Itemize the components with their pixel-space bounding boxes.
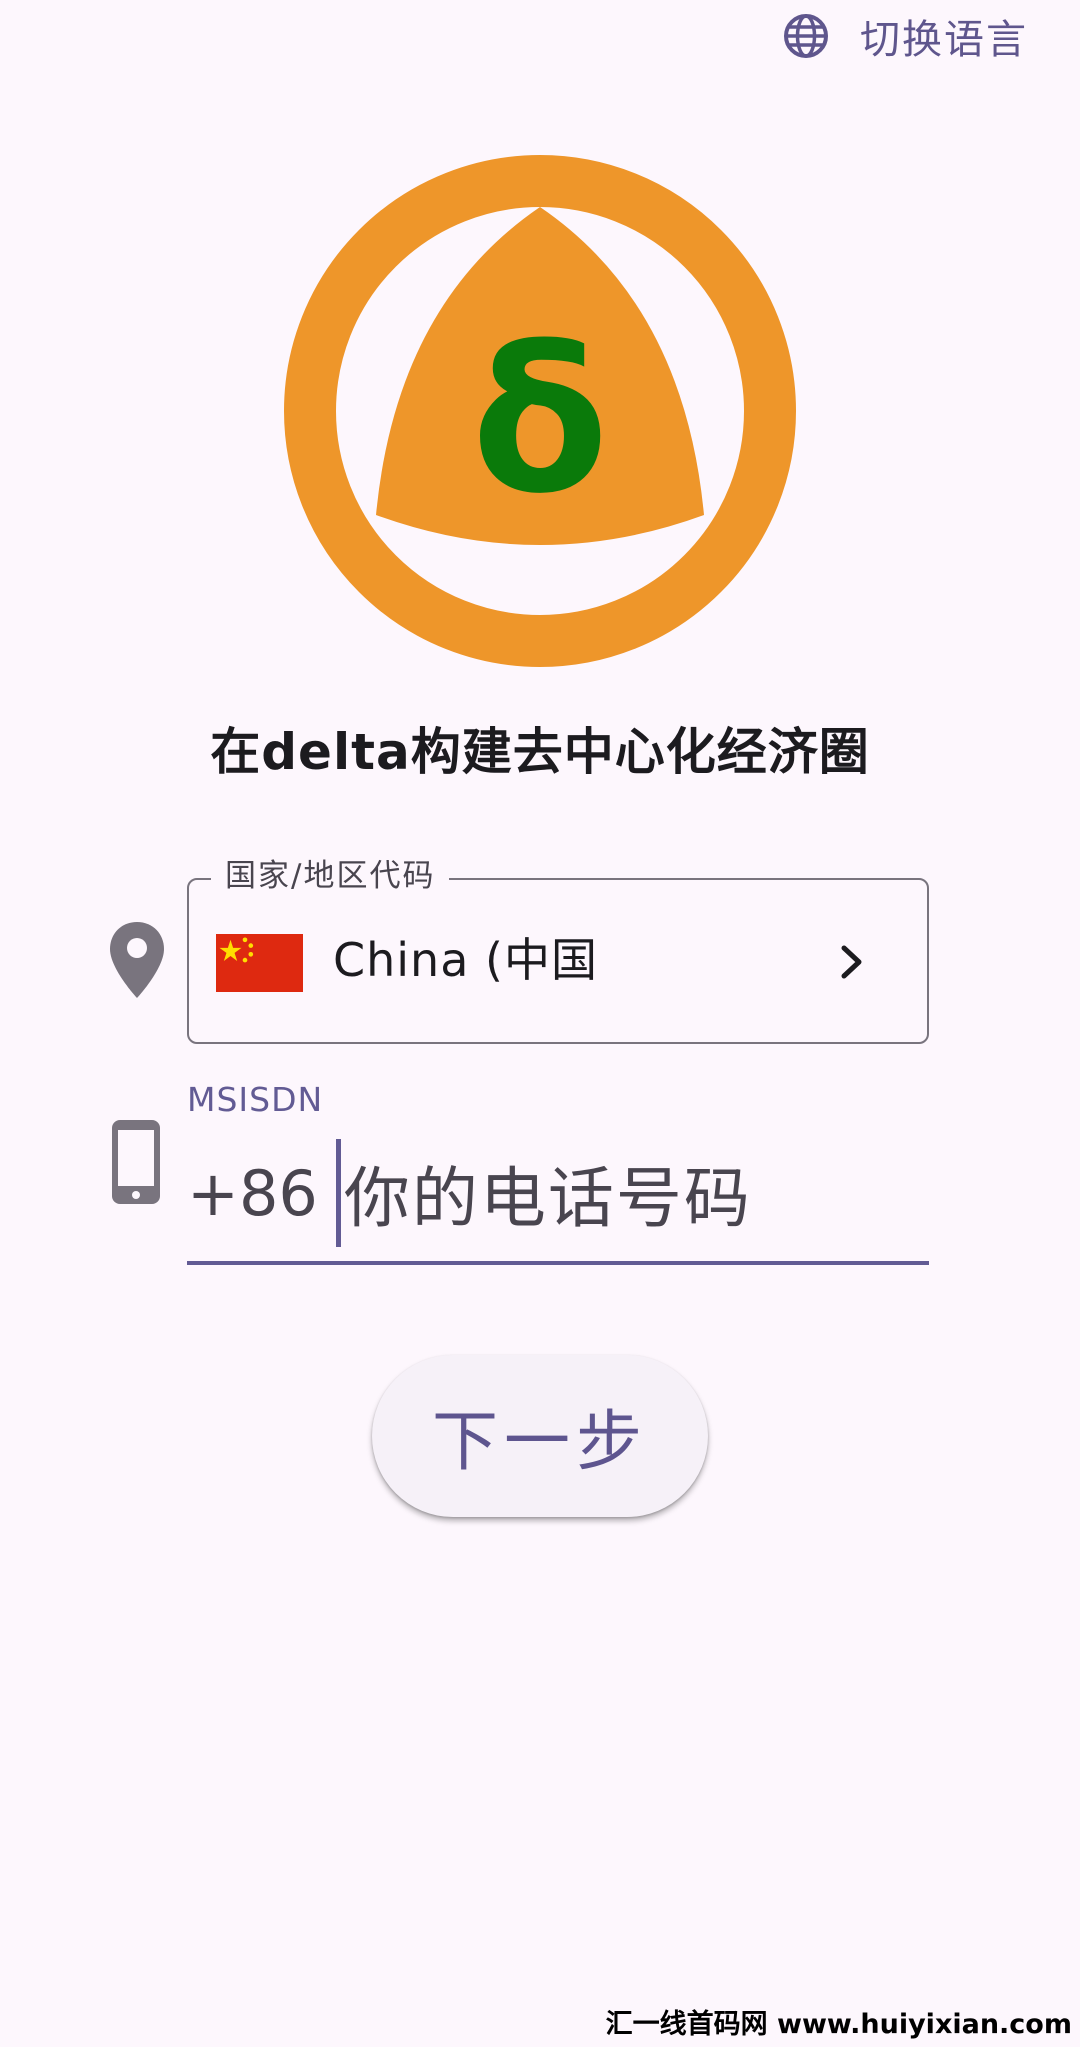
dial-code-prefix: +86 [187,1156,318,1230]
delta-logo: δ [284,155,796,667]
china-flag-icon [216,934,303,992]
globe-icon [784,14,828,58]
watermark: 汇一线首码网 www.huiyixian.com [605,2009,1072,2040]
text-cursor [335,1139,341,1247]
msisdn-label: MSISDN [187,1080,324,1119]
location-pin-icon [110,922,164,998]
language-switch-label: 切换语言 [860,17,1028,63]
country-code-selector[interactable]: 国家/地区代码 China (中国 [187,856,929,1044]
next-button[interactable]: 下一步 [372,1355,708,1517]
country-name: China (中国 [333,933,598,987]
logo-delta-glyph: δ [471,305,608,538]
tagline: 在delta构建去中心化经济圈 [210,723,870,781]
smartphone-icon [112,1120,160,1204]
phone-number-input[interactable]: +86 你的电话号码 [187,1125,929,1265]
country-field-label: 国家/地区代码 [211,856,450,896]
language-switch-button[interactable]: 切换语言 [782,12,1028,63]
chevron-right-icon [841,945,862,979]
phone-placeholder: 你的电话号码 [343,1160,752,1237]
